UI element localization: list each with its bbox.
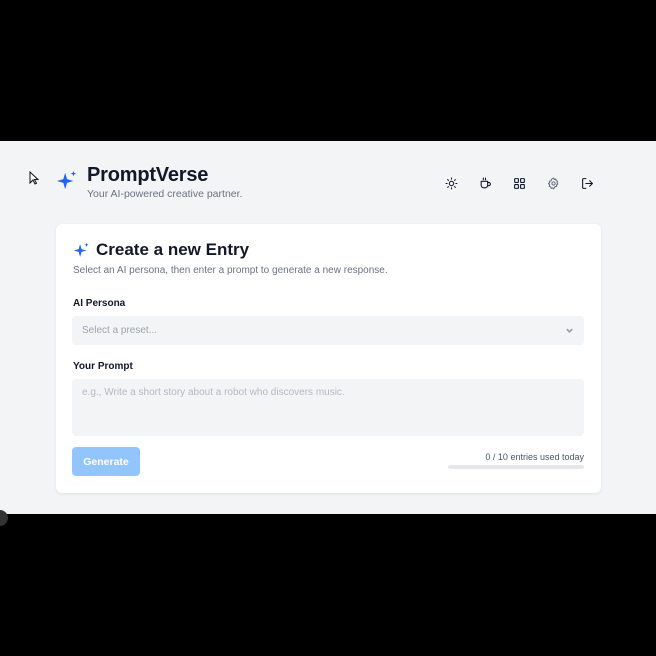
chevron-down-icon — [566, 328, 573, 334]
support-button[interactable] — [474, 172, 496, 194]
create-entry-card: Create a new Entry Select an AI persona,… — [56, 224, 601, 493]
persona-label: AI Persona — [73, 298, 126, 309]
logout-icon — [581, 177, 593, 189]
sparkle-logo-icon — [56, 170, 77, 190]
app-window: PromptVerse Your AI-powered creative par… — [0, 141, 656, 514]
app-title: PromptVerse — [87, 164, 209, 186]
sun-icon — [445, 177, 457, 189]
mouse-cursor-icon — [29, 171, 39, 185]
prompt-input[interactable] — [72, 379, 584, 436]
usage-counter: 0 / 10 entries used today — [485, 452, 584, 462]
header-toolbar — [440, 172, 610, 194]
logout-button[interactable] — [576, 172, 598, 194]
card-title: Create a new Entry — [96, 240, 250, 259]
generate-button[interactable]: Generate — [72, 447, 140, 476]
persona-select-value: Select a preset... — [82, 325, 158, 336]
sparkle-icon — [73, 242, 89, 257]
coffee-icon — [480, 177, 491, 188]
gallery-button[interactable] — [508, 172, 530, 194]
brand-header: PromptVerse Your AI-powered creative par… — [56, 164, 242, 200]
grid-icon — [513, 177, 525, 189]
persona-select[interactable]: Select a preset... — [72, 316, 584, 345]
theme-toggle-button[interactable] — [440, 172, 462, 194]
card-header: Create a new Entry — [73, 240, 249, 260]
usage-progress-bar — [448, 465, 584, 469]
app-tagline: Your AI-powered creative partner. — [87, 188, 243, 200]
settings-button[interactable] — [542, 172, 564, 194]
gear-icon — [547, 177, 558, 189]
prompt-label: Your Prompt — [73, 361, 133, 372]
card-subtitle: Select an AI persona, then enter a promp… — [73, 265, 388, 276]
